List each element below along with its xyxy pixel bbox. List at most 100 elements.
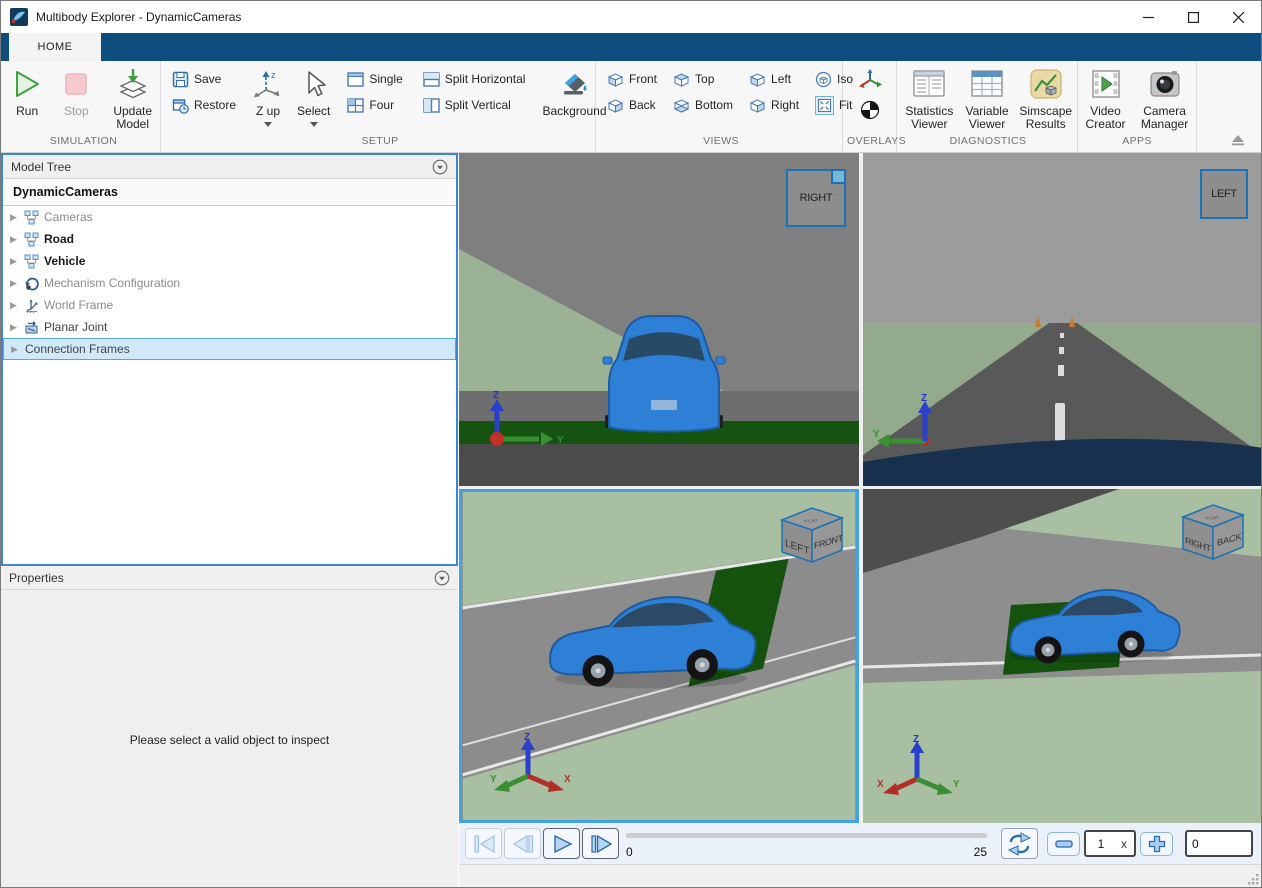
frames-overlay-button[interactable] — [856, 67, 884, 93]
tree-item-world-frame[interactable]: World Frame — [3, 294, 456, 316]
select-dropdown-arrow[interactable] — [310, 122, 318, 127]
window-title: Multibody Explorer - DynamicCameras — [36, 10, 241, 24]
axis-label-z: Z — [493, 390, 499, 401]
view-front-button[interactable]: Front — [604, 68, 660, 90]
tree-item-vehicle[interactable]: Vehicle — [3, 250, 456, 272]
center-of-mass-overlay-button[interactable] — [856, 97, 884, 123]
run-icon — [12, 69, 42, 99]
properties-title: Properties — [9, 571, 64, 585]
variable-viewer-icon — [970, 69, 1004, 99]
left-panel: Model Tree DynamicCameras Cameras — [1, 153, 458, 888]
playback-speed-input[interactable] — [1086, 837, 1116, 851]
expand-arrow-icon[interactable] — [10, 322, 24, 333]
tab-home[interactable]: HOME — [9, 33, 101, 61]
expand-arrow-icon[interactable] — [10, 256, 24, 267]
mechanism-config-icon — [24, 276, 39, 291]
collapse-panel-icon[interactable] — [432, 159, 448, 175]
left-view-icon — [749, 71, 766, 88]
svg-text:z: z — [271, 70, 276, 80]
view-left-button[interactable]: Left — [746, 68, 802, 90]
properties-panel: Properties Please select a valid object … — [1, 566, 458, 888]
variable-viewer-button[interactable]: Variable Viewer — [962, 61, 1013, 131]
speed-increase-button[interactable] — [1140, 832, 1173, 856]
status-strip — [459, 864, 1262, 888]
viewport-top-right[interactable]: Y Z LEFT — [863, 153, 1262, 486]
speed-decrease-button[interactable] — [1047, 832, 1080, 856]
update-model-button[interactable]: Update Model — [109, 61, 156, 131]
split-vertical-icon — [423, 97, 440, 114]
stop-button[interactable]: Stop — [59, 61, 93, 118]
axis-label-y: Y — [557, 435, 564, 446]
tree-root-node[interactable]: DynamicCameras — [3, 179, 456, 206]
model-tree-header: Model Tree — [3, 155, 456, 179]
front-view-icon — [607, 71, 624, 88]
minimize-button[interactable] — [1126, 1, 1171, 33]
run-button[interactable]: Run — [11, 61, 43, 118]
axis-label-z: Z — [524, 732, 530, 743]
view-cube-3d[interactable]: TOP LEFT FRONT — [774, 502, 850, 566]
view-cube-corner[interactable] — [831, 169, 846, 184]
update-model-icon — [117, 68, 149, 100]
expand-arrow-icon[interactable] — [11, 344, 25, 355]
viewport-grid: Z Y RIGHT — [459, 153, 1262, 823]
viewport-bottom-right[interactable]: Z X Y TOP RIGHT BACK — [863, 489, 1262, 823]
statistics-viewer-button[interactable]: Statistics Viewer — [903, 61, 956, 131]
maximize-button[interactable] — [1171, 1, 1216, 33]
step-back-button[interactable] — [504, 828, 541, 859]
step-back-icon — [510, 833, 536, 855]
maximize-icon — [1188, 12, 1199, 23]
video-creator-icon — [1089, 69, 1123, 99]
step-forward-button[interactable] — [582, 828, 619, 859]
axis-label-y: Y — [953, 779, 959, 790]
axis-triad: Z X Y — [877, 733, 959, 799]
z-up-button[interactable]: z Z up — [253, 61, 283, 127]
restore-button[interactable]: Restore — [169, 94, 239, 116]
back-view-icon — [607, 97, 624, 114]
save-button[interactable]: Save — [169, 68, 239, 90]
timeline-slider[interactable] — [626, 833, 987, 838]
view-back-button[interactable]: Back — [604, 94, 660, 116]
view-top-button[interactable]: Top — [670, 68, 736, 90]
view-cube-3d[interactable]: TOP RIGHT BACK — [1175, 499, 1251, 563]
axis-label-y: Y — [873, 429, 880, 440]
close-button[interactable] — [1216, 1, 1261, 33]
axis-triad: Z Y — [479, 389, 567, 451]
collapse-panel-icon[interactable] — [434, 570, 450, 586]
expand-arrow-icon[interactable] — [10, 300, 24, 311]
viewport-bottom-left[interactable]: Z Y X TOP LEFT FRONT — [459, 489, 859, 823]
tree-item-connection-frames[interactable]: Connection Frames — [3, 338, 456, 360]
play-button[interactable] — [543, 828, 580, 859]
select-button[interactable]: Select — [297, 61, 330, 127]
view-bottom-button[interactable]: Bottom — [670, 94, 736, 116]
view-cube[interactable]: RIGHT — [786, 169, 846, 227]
simscape-results-button[interactable]: Simscape Results — [1018, 61, 1073, 131]
loop-button[interactable] — [1001, 828, 1038, 859]
video-creator-button[interactable]: Video Creator — [1082, 61, 1129, 131]
tree-item-mechanism-configuration[interactable]: Mechanism Configuration — [3, 272, 456, 294]
model-tree-panel: Model Tree DynamicCameras Cameras — [1, 153, 458, 566]
single-view-button[interactable]: Single — [344, 68, 405, 90]
camera-manager-button[interactable]: Camera Manager — [1137, 61, 1192, 131]
resize-grip[interactable] — [1245, 871, 1261, 887]
go-to-start-button[interactable] — [465, 828, 502, 859]
section-apps: Video Creator Camera Manager APPS — [1078, 61, 1197, 152]
tree-item-cameras[interactable]: Cameras — [3, 206, 456, 228]
current-time-input[interactable] — [1187, 837, 1245, 851]
title-bar: Multibody Explorer - DynamicCameras — [1, 1, 1261, 33]
subsystem-icon — [24, 254, 39, 269]
playback-speed-field[interactable]: x — [1084, 830, 1136, 857]
viewport-top-left[interactable]: Z Y RIGHT — [459, 153, 859, 486]
four-views-button[interactable]: Four — [344, 94, 405, 116]
split-vertical-button[interactable]: Split Vertical — [420, 94, 529, 116]
view-right-button[interactable]: Right — [746, 94, 802, 116]
z-up-dropdown-arrow[interactable] — [264, 122, 272, 127]
expand-arrow-icon[interactable] — [10, 234, 24, 245]
expand-arrow-icon[interactable] — [10, 278, 24, 289]
expand-arrow-icon[interactable] — [10, 212, 24, 223]
view-cube[interactable]: LEFT — [1200, 169, 1248, 219]
current-time-field[interactable] — [1185, 830, 1253, 857]
tree-item-road[interactable]: Road — [3, 228, 456, 250]
tree-item-planar-joint[interactable]: Planar Joint — [3, 316, 456, 338]
split-horizontal-button[interactable]: Split Horizontal — [420, 68, 529, 90]
collapse-ribbon-button[interactable] — [1229, 132, 1247, 146]
